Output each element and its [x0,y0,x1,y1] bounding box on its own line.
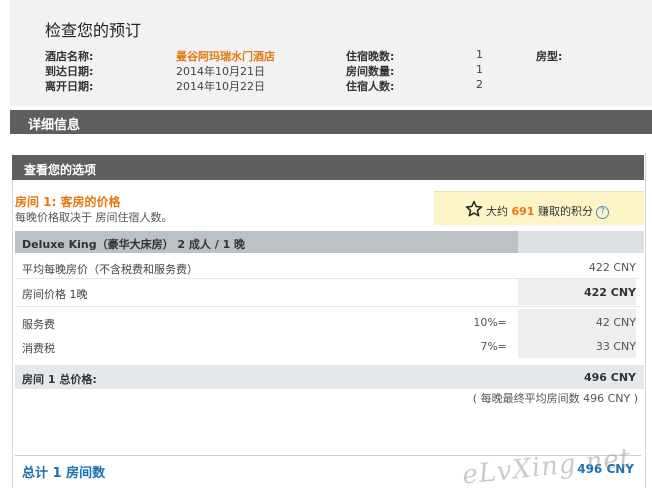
nights-value: 1 [476,48,483,61]
divider [15,306,640,307]
points-prefix: 大约 [486,205,508,218]
points-text: 大约 691 赚取的积分? [486,203,609,219]
rooms-value: 1 [476,63,483,76]
room-type-bar: Deluxe King（豪华大床房） 2 成人 / 1 晚 [15,231,518,253]
room-price-value: 422 CNY [583,286,636,299]
help-icon[interactable]: ? [595,206,609,219]
room-type-label: 房型: [536,50,563,63]
avg-rate-label: 平均每晚房价（不含税费和服务费） [22,263,198,276]
hotel-name-label: 酒店名称: [45,50,94,63]
arrival-date: 2014年10月21日 [176,65,265,78]
points-box: 大约 691 赚取的积分? [434,191,644,225]
guests-value: 2 [476,78,483,91]
details-title: 详细信息 [28,118,81,133]
room-type-bar-right [518,231,644,253]
tax-value: 33 CNY [595,340,636,353]
service-fee-value: 42 CNY [595,316,636,329]
room-total-bar: 房间 1 总价格: 496 CNY [15,365,644,389]
room-total-value: 496 CNY [583,371,636,384]
hotel-name-link[interactable]: 曼谷阿玛瑞水门酒店 [176,48,275,64]
details-bar: 详细信息 [10,110,652,134]
review-title: 检查您的预订 [45,21,142,40]
points-suffix: 赚取的积分 [537,205,593,218]
departure-date: 2014年10月22日 [176,80,265,93]
service-fee-label: 服务费 [22,318,55,331]
grand-total-label: 总计 1 房间数 [22,466,106,481]
review-panel: 检查您的预订 酒店名称: 曼谷阿玛瑞水门酒店 到达日期: 2014年10月21日… [10,0,652,106]
room-title: 房间 1: 客房的价格 [15,195,121,209]
departure-label: 离开日期: [45,80,94,93]
room-subtitle: 每晚价格取决于 房间住宿人数。 [15,211,173,224]
service-fee-percent: 10%= [473,316,507,329]
options-header: 查看您的选项 [12,155,644,180]
nights-label: 住宿晚数: [346,50,395,63]
arrival-label: 到达日期: [45,65,94,78]
room-total-label: 房间 1 总价格: [22,373,97,386]
star-icon [465,200,483,217]
tax-percent: 7%= [480,340,507,353]
room-type-text: Deluxe King（豪华大床房） 2 成人 / 1 晚 [22,238,246,251]
rooms-label: 房间数量: [346,65,395,78]
room-price-label: 房间价格 1晚 [22,288,88,301]
points-value: 691 [511,205,535,218]
tax-label: 消费税 [22,342,55,355]
final-average-note: ( 每晚最终平均房间数 496 CNY ) [472,392,638,405]
options-header-title: 查看您的选项 [24,163,97,177]
guests-label: 住宿人数: [346,80,395,93]
avg-rate-value: 422 CNY [588,261,636,274]
